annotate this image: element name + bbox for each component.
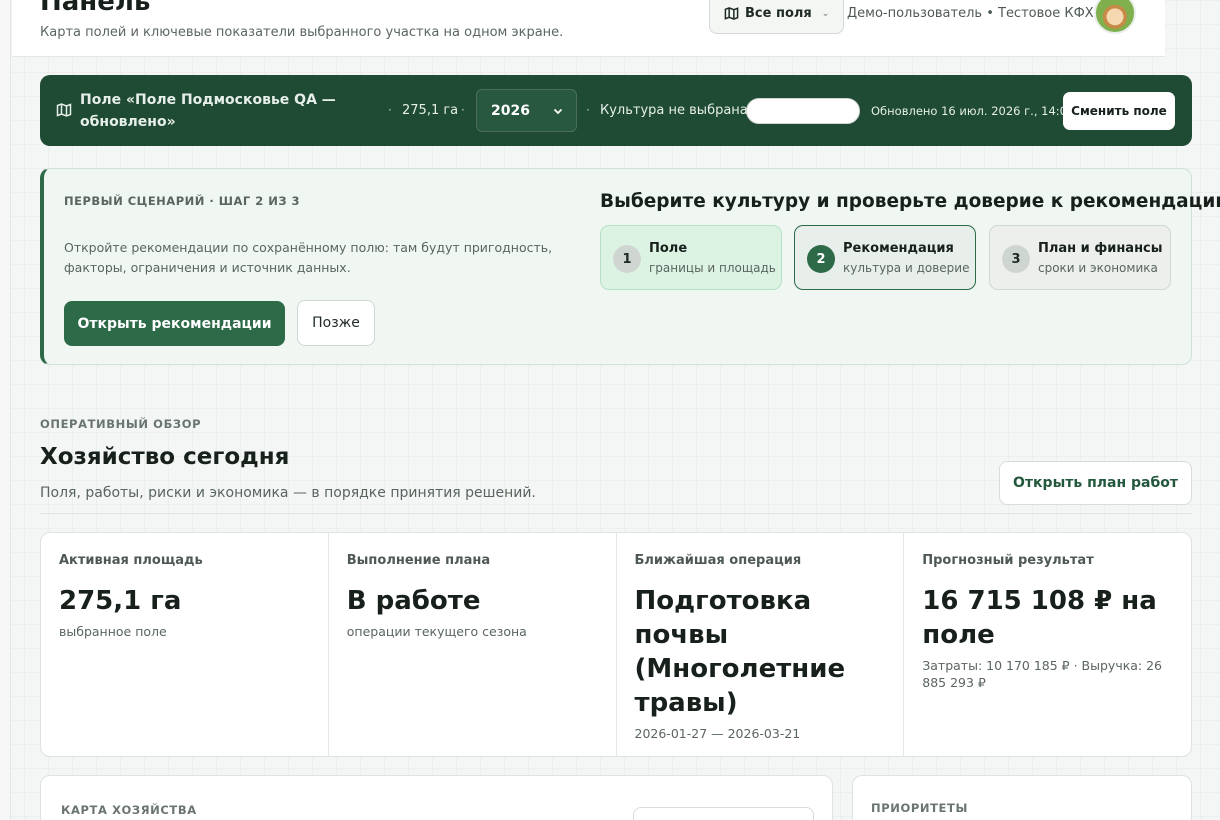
metric-value: Подготовка почвы (Многолетние травы)	[634, 586, 846, 718]
step-title: Рекомендация	[843, 241, 954, 256]
later-button[interactable]: Позже	[297, 300, 375, 346]
field-bar: Поле «Поле Подмосковье QA — обновлено» ·…	[40, 75, 1192, 146]
step-subtitle: сроки и экономика	[1038, 261, 1158, 275]
step-subtitle: границы и площадь	[649, 261, 776, 275]
divider	[40, 513, 1192, 514]
scenario-heading: Выберите культуру и проверьте доверие к …	[600, 191, 1220, 212]
scenario-step-label: ПЕРВЫЙ СЦЕНАРИЙ · ШАГ 2 ИЗ 3	[64, 194, 301, 208]
chevron-down-icon	[553, 108, 563, 114]
priorities-eyebrow: ПРИОРИТЕТЫ	[871, 801, 968, 815]
overview-eyebrow: ОПЕРАТИВНЫЙ ОБЗОР	[40, 417, 202, 431]
metric-value: 16 715 108 ₽ на поле	[922, 586, 1157, 650]
step-number: 1	[613, 245, 641, 273]
metric-subtext: Затраты: 10 170 185 ₽ · Выручка: 26 885 …	[922, 658, 1163, 690]
onboarding-scenario: ПЕРВЫЙ СЦЕНАРИЙ · ШАГ 2 ИЗ 3 Откройте ре…	[40, 168, 1220, 365]
step-title: План и финансы	[1038, 241, 1163, 256]
step-number: 2	[807, 245, 835, 273]
map-icon	[724, 7, 739, 20]
step-subtitle: культура и доверие	[843, 261, 970, 275]
crop-input[interactable]	[746, 98, 860, 124]
step-card-field[interactable]: 1 Поле границы и площадь	[600, 225, 782, 290]
metric-subtext: выбранное поле	[59, 624, 167, 639]
overview-subtitle: Поля, работы, риски и экономика — в поря…	[40, 485, 536, 501]
metrics-panel: Активная площадь 275,1 га выбранное поле…	[40, 532, 1192, 757]
metric-label: Выполнение плана	[346, 553, 491, 568]
metric-next-operation: Ближайшая операция Подготовка почвы (Мно…	[615, 533, 904, 756]
avatar[interactable]	[1094, 0, 1136, 34]
scenario-description: Откройте рекомендации по сохранённому по…	[64, 240, 553, 275]
step-number: 3	[1002, 245, 1030, 273]
fields-dropdown-label: Все поля	[745, 6, 812, 21]
change-field-button[interactable]: Сменить поле	[1063, 92, 1175, 130]
fields-dropdown[interactable]: Все поля ⌄	[709, 0, 845, 34]
metric-label: Прогнозный результат	[922, 553, 1094, 568]
page-subtitle: Карта полей и ключевые показатели выбран…	[40, 25, 564, 40]
separator-dot: ·	[388, 103, 392, 117]
overview-title: Хозяйство сегодня	[40, 444, 290, 470]
map-control[interactable]	[633, 807, 814, 820]
map-card-eyebrow: КАРТА ХОЗЯЙСТВА	[61, 803, 197, 817]
field-area: 275,1 га	[402, 103, 459, 118]
year-select[interactable]: 2026	[476, 89, 577, 132]
step-card-recommendation[interactable]: 2 Рекомендация культура и доверие	[794, 225, 976, 290]
metric-plan-progress: Выполнение плана В работе операции текущ…	[327, 533, 616, 756]
page-title: Панель	[40, 0, 151, 17]
metric-value: В работе	[346, 586, 481, 616]
separator-dot: ·	[461, 103, 465, 117]
year-value: 2026	[491, 102, 530, 119]
user-info: Демо-пользователь • Тестовое КФХ	[847, 6, 1094, 21]
metric-label: Ближайшая операция	[634, 553, 802, 568]
metric-subtext: операции текущего сезона	[346, 624, 527, 639]
priorities-card: ПРИОРИТЕТЫ	[852, 775, 1192, 820]
metric-forecast-result: Прогнозный результат 16 715 108 ₽ на пол…	[903, 533, 1191, 756]
metric-active-area: Активная площадь 275,1 га выбранное поле	[41, 533, 328, 756]
metric-value: 275,1 га	[59, 586, 182, 616]
metric-label: Активная площадь	[59, 553, 203, 568]
field-name: Поле «Поле Подмосковье QA — обновлено»	[80, 92, 336, 130]
updated-timestamp: Обновлено 16 июл. 2026 г., 14:04	[871, 104, 1075, 118]
open-recommendations-button[interactable]: Открыть рекомендации	[64, 301, 285, 346]
map-icon	[56, 103, 72, 117]
top-header: Панель Карта полей и ключевые показатели…	[12, 0, 1165, 57]
metric-subtext: 2026-01-27 — 2026-03-21	[634, 726, 801, 741]
step-title: Поле	[649, 241, 688, 256]
farm-map-card: КАРТА ХОЗЯЙСТВА	[40, 775, 833, 820]
open-work-plan-button[interactable]: Открыть план работ	[999, 461, 1192, 505]
step-card-plan[interactable]: 3 План и финансы сроки и экономика	[989, 225, 1171, 290]
chevron-down-icon: ⌄	[821, 8, 830, 19]
left-rail	[0, 0, 11, 820]
crop-status: Культура не выбрана	[600, 103, 748, 118]
separator-dot: ·	[586, 103, 590, 117]
